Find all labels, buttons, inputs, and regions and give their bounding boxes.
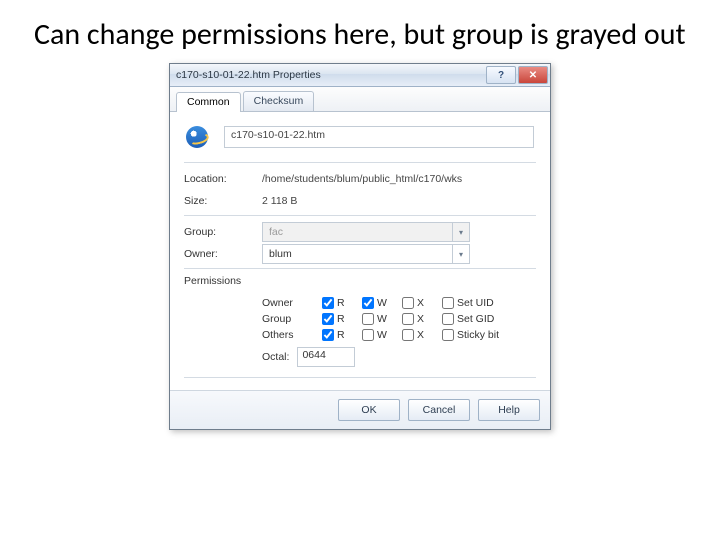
perm-group-w[interactable]: W: [362, 313, 402, 325]
perm-row-owner: Owner: [262, 297, 322, 309]
perm-sticky[interactable]: Sticky bit: [442, 329, 512, 341]
owner-combo[interactable]: blum ▾: [262, 244, 470, 264]
chevron-down-icon: ▾: [452, 223, 469, 241]
window-title: c170-s10-01-22.htm Properties: [176, 69, 484, 81]
location-value: /home/students/blum/public_html/c170/wks: [262, 173, 536, 185]
tab-bar: Common Checksum: [170, 87, 550, 112]
titlebar: c170-s10-01-22.htm Properties ? ✕: [170, 64, 550, 87]
dialog-footer: OK Cancel Help: [170, 390, 550, 429]
perm-row-group: Group: [262, 313, 322, 325]
octal-label: Octal:: [262, 351, 289, 363]
panel-common: c170-s10-01-22.htm Location: /home/stude…: [170, 112, 550, 390]
ok-button[interactable]: OK: [338, 399, 400, 421]
size-label: Size:: [184, 195, 262, 207]
group-combo: fac ▾: [262, 222, 470, 242]
close-icon[interactable]: ✕: [518, 66, 548, 84]
chevron-down-icon[interactable]: ▾: [452, 245, 469, 263]
file-name-field[interactable]: c170-s10-01-22.htm: [224, 126, 534, 148]
perm-others-w[interactable]: W: [362, 329, 402, 341]
file-type-icon: [186, 126, 208, 148]
slide-title: Can change permissions here, but group i…: [34, 18, 700, 51]
properties-dialog: c170-s10-01-22.htm Properties ? ✕ Common…: [169, 63, 551, 430]
group-value: fac: [269, 226, 452, 238]
perm-setuid[interactable]: Set UID: [442, 297, 512, 309]
permissions-grid: Owner R W X Set UID Group R W X Set GID …: [262, 297, 536, 341]
owner-value: blum: [269, 248, 452, 260]
perm-group-x[interactable]: X: [402, 313, 442, 325]
size-value: 2 118 B: [262, 195, 536, 207]
perm-others-x[interactable]: X: [402, 329, 442, 341]
perm-owner-r[interactable]: R: [322, 297, 362, 309]
location-label: Location:: [184, 173, 262, 185]
perm-others-r[interactable]: R: [322, 329, 362, 341]
help-icon[interactable]: ?: [486, 66, 516, 84]
owner-label: Owner:: [184, 248, 262, 260]
perm-owner-w[interactable]: W: [362, 297, 402, 309]
tab-checksum[interactable]: Checksum: [243, 91, 315, 111]
permissions-label: Permissions: [184, 275, 262, 287]
perm-setgid[interactable]: Set GID: [442, 313, 512, 325]
tab-common[interactable]: Common: [176, 92, 241, 112]
perm-owner-x[interactable]: X: [402, 297, 442, 309]
perm-group-r[interactable]: R: [322, 313, 362, 325]
octal-field[interactable]: 0644: [297, 347, 355, 367]
help-button[interactable]: Help: [478, 399, 540, 421]
group-label: Group:: [184, 226, 262, 238]
perm-row-others: Others: [262, 329, 322, 341]
cancel-button[interactable]: Cancel: [408, 399, 470, 421]
